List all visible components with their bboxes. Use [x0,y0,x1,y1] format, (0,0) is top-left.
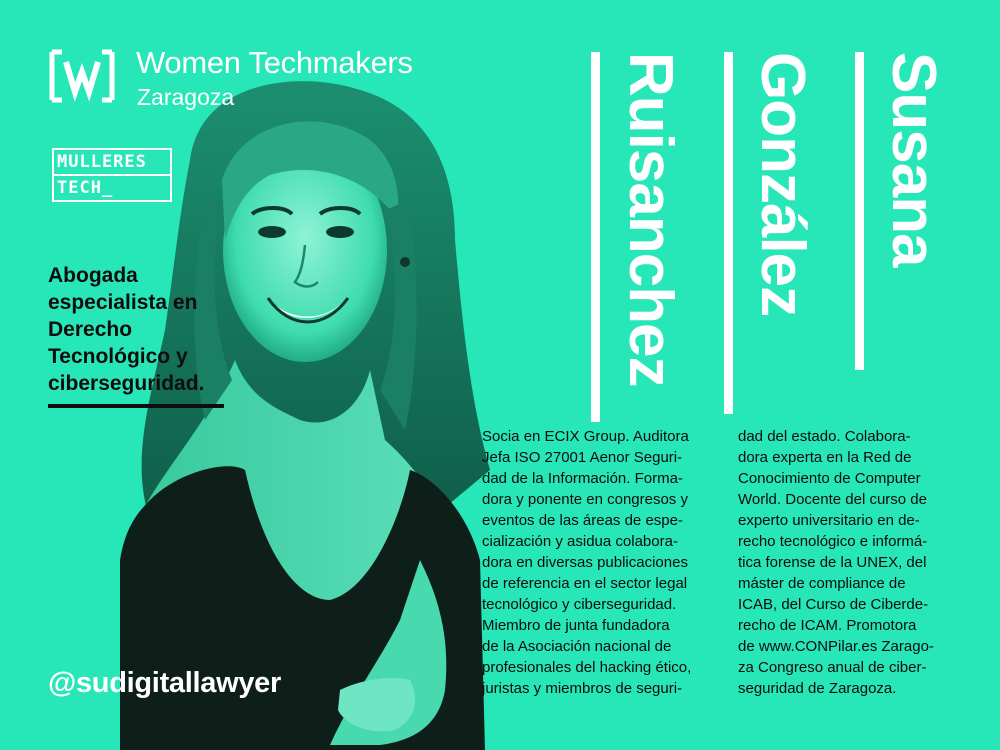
organization-title: Women Techmakers [136,45,413,80]
vertical-bar-left [591,52,600,422]
speaker-last-name: Ruisanchez [616,52,685,387]
vertical-bar-middle [724,52,733,414]
twitter-handle: @sudigitallawyer [48,667,281,699]
speaker-role: Abogada especialista en Derecho Tecnológ… [48,264,205,395]
vertical-bar-right [855,52,864,370]
bio-column-1: Socia en ECIX Group. Auditora Jefa ISO 2… [482,428,692,697]
badge-divider [54,174,170,176]
mulleres-tech-badge: MULLERES TECH_ [52,148,172,202]
speaker-card: Women Techmakers Zaragoza MULLERES TECH_… [0,0,1000,750]
organization-city: Zaragoza [137,84,235,110]
role-underline [48,404,224,408]
badge-line-1: MULLERES [57,152,147,172]
speaker-middle-name: González [748,52,817,317]
women-techmakers-logo-icon [49,49,115,103]
bio-column-2: dad del estado. Colabora- dora experta e… [738,428,934,697]
badge-line-2: TECH_ [57,178,114,198]
speaker-first-name: Susana [879,52,948,267]
